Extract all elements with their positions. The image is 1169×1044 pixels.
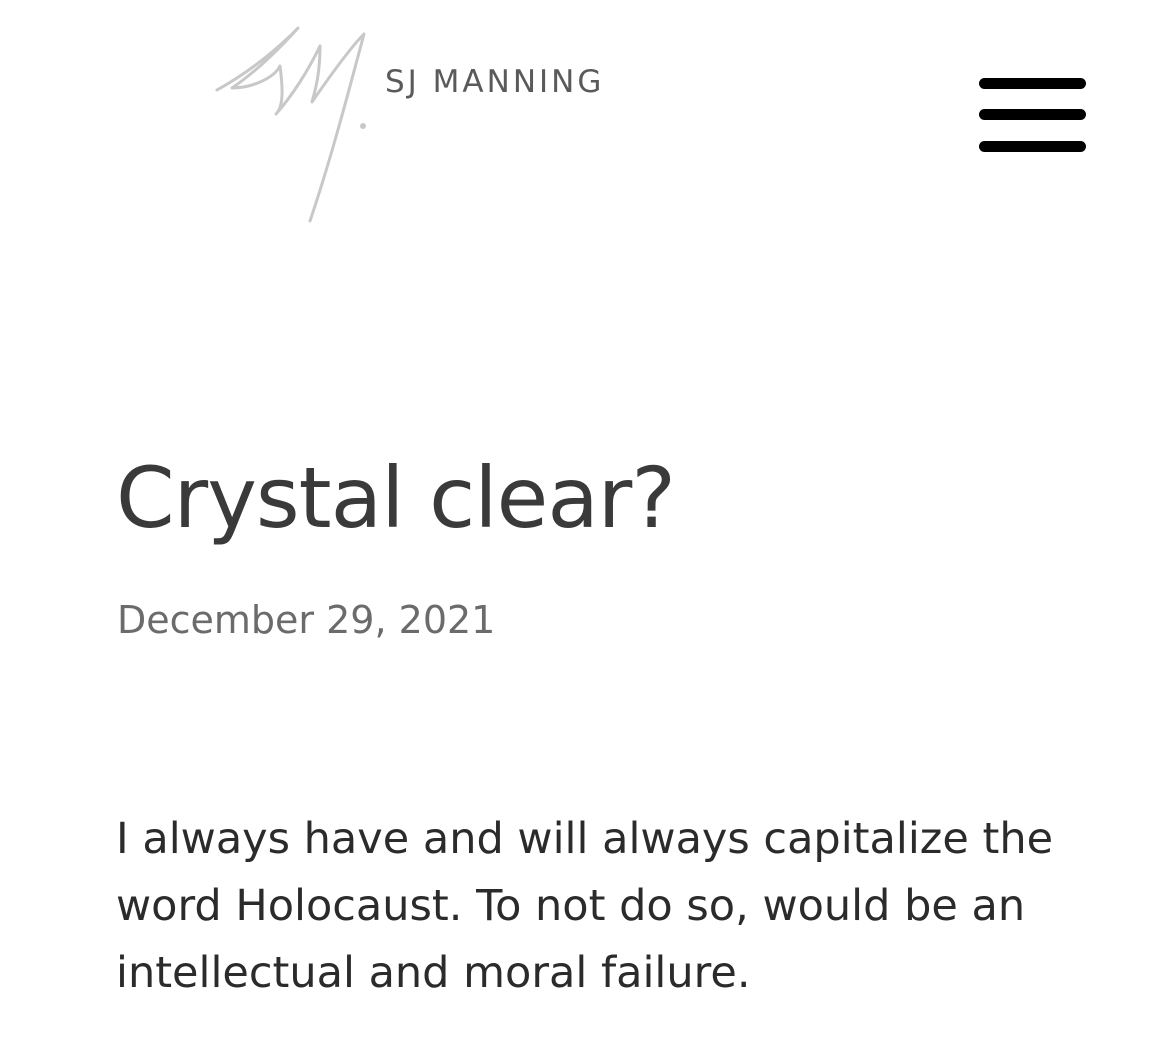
post-date: December 29, 2021 [117, 598, 496, 642]
menu-bar-middle [979, 109, 1086, 120]
menu-bar-top [979, 78, 1086, 89]
menu-bar-bottom [979, 141, 1086, 152]
post-body-paragraph: I always have and will always capitalize… [116, 814, 1054, 998]
site-logo-link[interactable]: SJ MANNING [212, 16, 601, 226]
signature-logo-icon [215, 26, 366, 223]
site-name: SJ MANNING [385, 64, 605, 100]
post-title: Crystal clear? [116, 449, 676, 547]
site-header: SJ MANNING [0, 0, 1169, 240]
hamburger-menu-icon[interactable] [979, 78, 1086, 152]
